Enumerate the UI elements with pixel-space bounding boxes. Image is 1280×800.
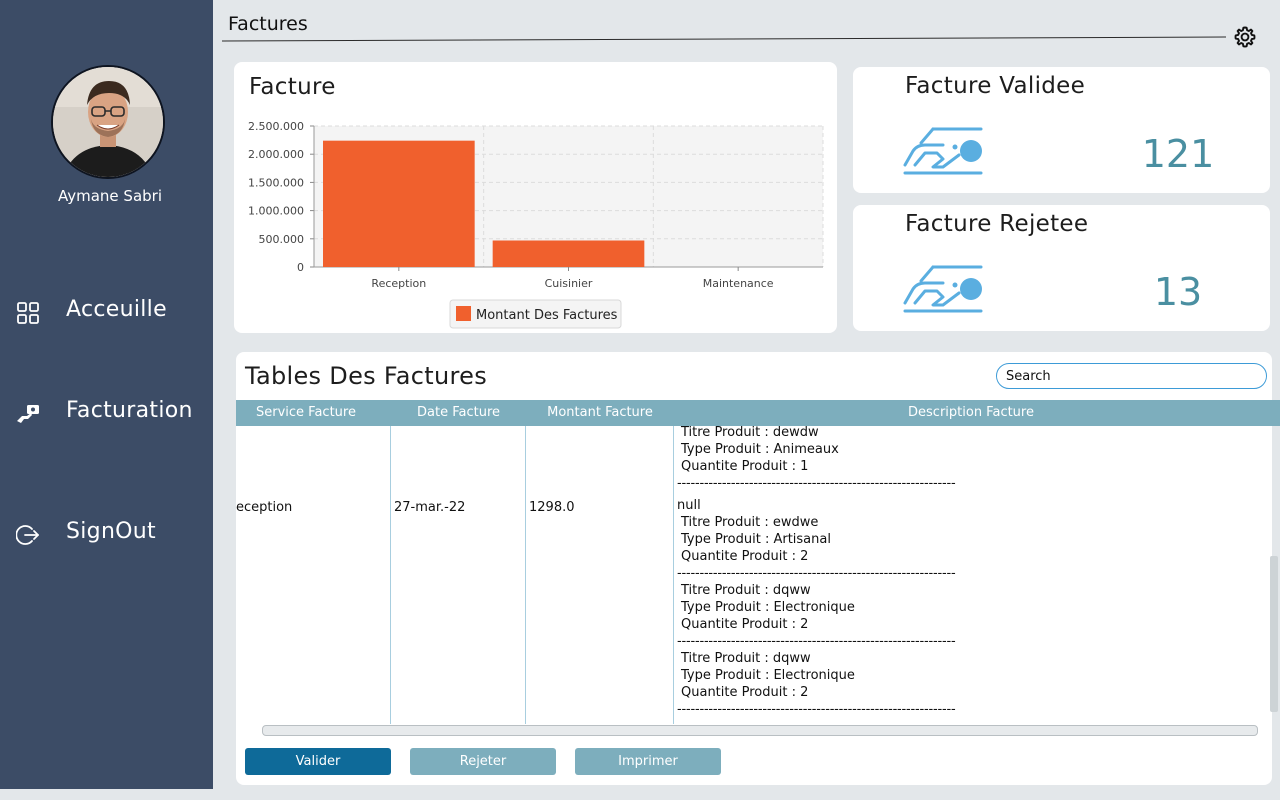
desc-line: Titre Produit : dewdw bbox=[681, 426, 819, 440]
chart-card: Facture 0 500.000 1.000.000 1.500.000 2.000.… bbox=[234, 62, 837, 333]
column-header-montant[interactable]: Montant Facture bbox=[526, 405, 674, 420]
column-header-service[interactable]: Service Facture bbox=[236, 405, 376, 420]
cell-service: eception bbox=[236, 500, 293, 515]
table-card: Tables Des Factures Service Facture Date… bbox=[236, 352, 1280, 785]
column-divider bbox=[525, 426, 526, 724]
reject-button[interactable]: Rejeter bbox=[410, 748, 556, 775]
desc-line: Titre Produit : ewdwe bbox=[681, 515, 819, 530]
header-divider bbox=[222, 36, 1226, 42]
search-input[interactable] bbox=[996, 363, 1267, 389]
nav-label-facturation: Facturation bbox=[66, 398, 193, 423]
bar bbox=[323, 140, 475, 267]
page-title: Factures bbox=[228, 13, 308, 35]
desc-line: Quantite Produit : 1 bbox=[681, 459, 809, 474]
desc-line: Type Produit : Animeaux bbox=[681, 442, 839, 457]
column-header-description[interactable]: Description Facture bbox=[674, 405, 1268, 420]
x-tick-label: Cuisinier bbox=[545, 277, 593, 290]
cell-description: Titre Produit : dewdw Type Produit : Ani… bbox=[677, 426, 956, 718]
grid-icon bbox=[17, 302, 39, 324]
desc-separator: ----------------------------------------… bbox=[677, 566, 956, 581]
column-header-date[interactable]: Date Facture bbox=[391, 405, 526, 420]
stat-card-rejetee: Facture Rejetee 13 bbox=[853, 205, 1270, 331]
bar-chart: 0 500.000 1.000.000 1.500.000 2.000.000 2.500… bbox=[248, 120, 824, 329]
vertical-scrollbar[interactable] bbox=[1270, 556, 1278, 712]
desc-line: Quantite Produit : 2 bbox=[681, 617, 809, 632]
desc-line: Type Produit : Electronique bbox=[681, 600, 855, 615]
desc-null: null bbox=[677, 498, 701, 513]
column-divider bbox=[390, 426, 391, 724]
print-button[interactable]: Imprimer bbox=[575, 748, 721, 775]
y-tick-label: 1.000.000 bbox=[248, 205, 304, 218]
table-header: Service Facture Date Facture Montant Fac… bbox=[236, 400, 1280, 426]
legend-swatch bbox=[456, 306, 471, 321]
desc-line: Titre Produit : dqww bbox=[681, 651, 811, 666]
table-title: Tables Des Factures bbox=[245, 362, 488, 390]
horizontal-scrollbar[interactable] bbox=[262, 725, 1258, 736]
y-tick-label: 2.000.000 bbox=[248, 148, 304, 161]
sidebar: Aymane Sabri Acceuille Facturation SignO… bbox=[0, 0, 213, 789]
y-tick-label: 1.500.000 bbox=[248, 176, 304, 189]
hand-money-icon bbox=[17, 405, 39, 423]
desc-separator: ----------------------------------------… bbox=[677, 702, 956, 717]
sign-out-icon bbox=[16, 525, 39, 545]
cell-montant: 1298.0 bbox=[529, 500, 575, 515]
desc-line: Quantite Produit : 2 bbox=[681, 685, 809, 700]
desc-separator: ----------------------------------------… bbox=[677, 634, 956, 649]
cell-date: 27-mar.-22 bbox=[394, 500, 466, 515]
nav-item-facturation[interactable]: Facturation bbox=[0, 388, 213, 438]
desc-line: Type Produit : Artisanal bbox=[681, 532, 831, 547]
invoice-hand-icon bbox=[903, 127, 983, 175]
stat-value-rejetee: 13 bbox=[1153, 270, 1203, 314]
y-tick-label: 0 bbox=[297, 261, 304, 274]
y-tick-label: 2.500.000 bbox=[248, 120, 304, 133]
column-divider bbox=[673, 426, 674, 724]
desc-line: Titre Produit : dqww bbox=[681, 583, 811, 598]
stat-card-validee: Facture Validee 121 bbox=[853, 67, 1270, 193]
avatar bbox=[51, 65, 165, 179]
invoice-hand-icon bbox=[903, 265, 983, 313]
desc-line: Type Produit : Electronique bbox=[681, 668, 855, 683]
stat-title-rejetee: Facture Rejetee bbox=[905, 211, 1089, 237]
desc-separator: ----------------------------------------… bbox=[677, 476, 956, 491]
nav-item-acceuille[interactable]: Acceuille bbox=[0, 287, 213, 337]
nav-item-signout[interactable]: SignOut bbox=[0, 509, 213, 559]
table-body: eception 27-mar.-22 1298.0 Titre Produit… bbox=[236, 426, 1272, 724]
desc-line: Quantite Produit : 2 bbox=[681, 549, 809, 564]
stat-title-validee: Facture Validee bbox=[905, 73, 1086, 99]
validate-button[interactable]: Valider bbox=[245, 748, 391, 775]
user-name: Aymane Sabri bbox=[58, 187, 162, 205]
nav-label-acceuille: Acceuille bbox=[66, 297, 167, 322]
legend-label: Montant Des Factures bbox=[476, 308, 618, 323]
x-tick-label: Reception bbox=[371, 277, 426, 290]
nav-label-signout: SignOut bbox=[66, 519, 156, 544]
gear-icon[interactable] bbox=[1233, 25, 1257, 49]
stat-value-validee: 121 bbox=[1141, 132, 1215, 176]
y-tick-label: 500.000 bbox=[259, 233, 305, 246]
bar bbox=[492, 240, 645, 267]
x-tick-label: Maintenance bbox=[703, 277, 774, 290]
